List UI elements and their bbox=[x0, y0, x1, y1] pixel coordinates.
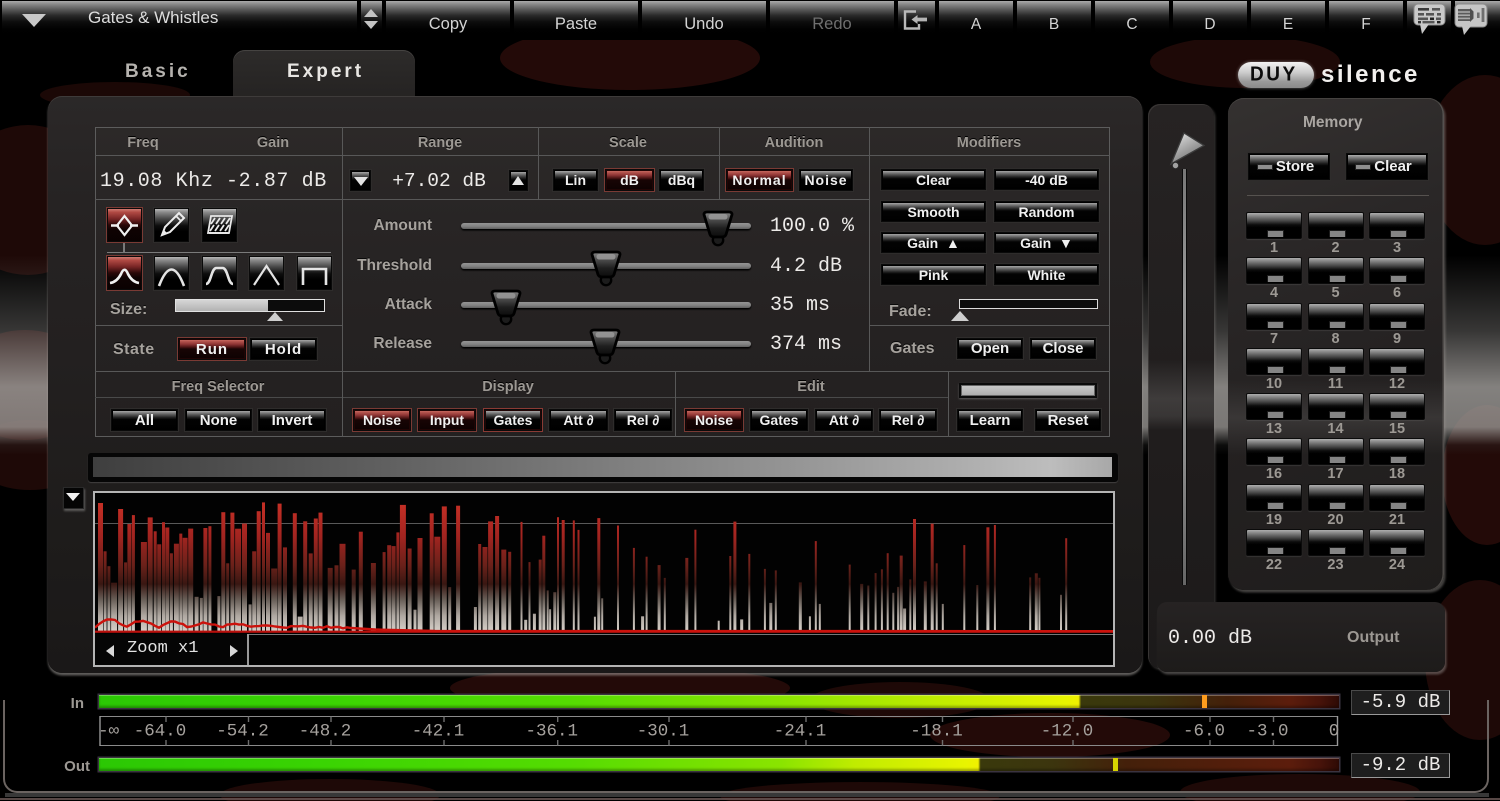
svg-text:-48.2: -48.2 bbox=[299, 722, 352, 742]
svg-text:-42.1: -42.1 bbox=[412, 722, 465, 742]
svg-text:-64.0: -64.0 bbox=[134, 722, 187, 742]
svg-text:-6.0: -6.0 bbox=[1183, 722, 1225, 742]
svg-text:-18.1: -18.1 bbox=[910, 722, 963, 742]
svg-text:0: 0 bbox=[1329, 722, 1340, 742]
svg-text:-24.1: -24.1 bbox=[774, 722, 827, 742]
svg-text:-36.1: -36.1 bbox=[525, 722, 578, 742]
svg-text:-54.2: -54.2 bbox=[216, 722, 269, 742]
svg-text:-∞: -∞ bbox=[98, 722, 120, 742]
svg-text:-12.0: -12.0 bbox=[1041, 722, 1094, 742]
svg-text:-3.0: -3.0 bbox=[1246, 722, 1288, 742]
svg-text:-30.1: -30.1 bbox=[637, 722, 690, 742]
